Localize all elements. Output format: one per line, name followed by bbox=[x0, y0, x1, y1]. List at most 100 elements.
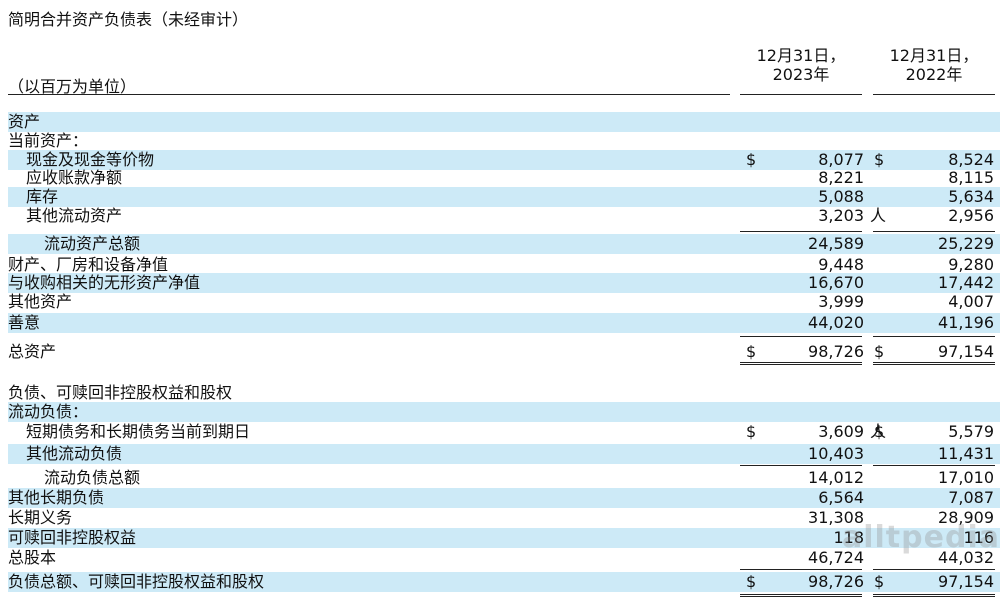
column-header-2022-line1: 12月31日， bbox=[889, 46, 979, 65]
row-label: 长期义务 bbox=[8, 508, 73, 527]
value-2022: 25,229 bbox=[938, 234, 994, 253]
table-row: 流动资产总额 24,589 25,229 bbox=[8, 234, 1000, 254]
row-label: 流动资产总额 bbox=[44, 234, 141, 253]
value-2022: 97,154 bbox=[938, 342, 994, 361]
dollar-sign-2022: $ bbox=[874, 572, 885, 591]
total-rule bbox=[873, 569, 995, 570]
value-2023: 10,403 bbox=[808, 444, 864, 463]
watermark: alltpedia bbox=[842, 520, 1000, 555]
value-2022: 97,154 bbox=[938, 572, 994, 591]
row-label: 与收购相关的无形资产净值 bbox=[8, 273, 201, 292]
total-rule bbox=[740, 364, 862, 365]
row-label: 财产、厂房和设备净值 bbox=[8, 255, 169, 274]
table-row: 现金及现金等价物 $8,077 $8,524 bbox=[8, 150, 1000, 170]
total-rule bbox=[873, 364, 995, 365]
total-rule bbox=[740, 594, 862, 595]
total-rule bbox=[873, 594, 995, 595]
row-label: 短期债务和长期债务当前到期日 bbox=[26, 422, 251, 441]
total-rule bbox=[740, 569, 862, 570]
row-label: 善意 bbox=[8, 313, 41, 332]
value-2023: 5,088 bbox=[818, 187, 864, 206]
row-label: 流动负债总额 bbox=[44, 468, 141, 487]
total-rule bbox=[873, 336, 995, 337]
total-rule bbox=[740, 596, 862, 597]
value-2023: 3,999 bbox=[818, 292, 864, 311]
table-row: 财产、厂房和设备净值 9,448 9,280 bbox=[8, 255, 1000, 275]
value-2023: 3,609 bbox=[818, 422, 864, 441]
total-rule bbox=[740, 465, 862, 466]
value-2022: 41,196 bbox=[938, 313, 994, 332]
table-row: 负债、可赎回非控股权益和股权 bbox=[8, 383, 1000, 403]
total-rule bbox=[740, 336, 862, 337]
value-2023: 8,077 bbox=[818, 150, 864, 169]
total-rule bbox=[873, 596, 995, 597]
value-2022: 17,442 bbox=[938, 273, 994, 292]
table-row: 流动负债总额 14,012 17,010 bbox=[8, 468, 1000, 488]
table-row: 总资产 $98,726 $97,154 bbox=[8, 342, 1000, 362]
table-row: 短期债务和长期债务当前到期日 $3,609 人 $5,579 bbox=[8, 422, 1000, 442]
value-2023: 98,726 bbox=[808, 342, 864, 361]
total-rule bbox=[873, 465, 995, 466]
table-row: 其他流动资产 3,203 人 2,956 bbox=[8, 206, 1000, 226]
total-rule bbox=[873, 362, 995, 363]
column-header-2023-line2: 2023年 bbox=[772, 65, 830, 84]
table-row: 善意 44,020 41,196 bbox=[8, 313, 1000, 333]
value-2022: 17,010 bbox=[938, 468, 994, 487]
value-2023: 14,012 bbox=[808, 468, 864, 487]
row-label: 当前资产： bbox=[8, 131, 89, 150]
total-rule bbox=[740, 231, 862, 232]
row-label: 其他流动资产 bbox=[26, 206, 123, 225]
value-2022: 8,524 bbox=[948, 150, 994, 169]
row-label: 可赎回非控股权益 bbox=[8, 528, 137, 547]
table-row: 当前资产： bbox=[8, 131, 1000, 151]
value-2023: 9,448 bbox=[818, 255, 864, 274]
value-2022: 8,115 bbox=[948, 168, 994, 187]
total-rule bbox=[873, 231, 995, 232]
column-header-2023-line1: 12月31日， bbox=[756, 46, 846, 65]
dollar-sign-2022: $ bbox=[874, 150, 885, 169]
header-rule bbox=[740, 94, 862, 95]
column-header-2022: 12月31日， 2022年 bbox=[873, 46, 995, 84]
row-label: 其他长期负债 bbox=[8, 488, 105, 507]
table-row: 资产 bbox=[8, 112, 1000, 132]
value-2022: 2,956 bbox=[948, 206, 994, 225]
value-2023: 6,564 bbox=[818, 488, 864, 507]
value-2023: 3,203 bbox=[818, 206, 864, 225]
row-label: 应收账款净额 bbox=[26, 168, 123, 187]
row-label: 现金及现金等价物 bbox=[26, 150, 155, 169]
value-2023: 24,589 bbox=[808, 234, 864, 253]
row-label: 总股本 bbox=[8, 548, 57, 567]
header-rule bbox=[873, 94, 995, 95]
value-2022: 5,634 bbox=[948, 187, 994, 206]
value-2023: 8,221 bbox=[818, 168, 864, 187]
row-label: 总资产 bbox=[8, 342, 57, 361]
value-2022: 5,579 bbox=[948, 422, 994, 441]
table-row: 库存 5,088 5,634 bbox=[8, 187, 1000, 207]
row-label: 其他资产 bbox=[8, 292, 73, 311]
value-2022: 4,007 bbox=[948, 292, 994, 311]
row-label: 其他流动负债 bbox=[26, 444, 123, 463]
table-row: 应收账款净额 8,221 8,115 bbox=[8, 168, 1000, 188]
row-label: 负债总额、可赎回非控股权益和股权 bbox=[8, 572, 265, 591]
row-label: 负债、可赎回非控股权益和股权 bbox=[8, 383, 233, 402]
table-row: 与收购相关的无形资产净值 16,670 17,442 bbox=[8, 273, 1000, 293]
value-2022: 7,087 bbox=[948, 488, 994, 507]
row-label: 流动负债： bbox=[8, 402, 89, 421]
table-row: 负债总额、可赎回非控股权益和股权 $98,726 $97,154 bbox=[8, 572, 1000, 592]
table-row: 其他资产 3,999 4,007 bbox=[8, 292, 1000, 312]
dollar-sign-2022: $ bbox=[874, 342, 885, 361]
total-rule bbox=[740, 362, 862, 363]
table-row: 其他流动负债 10,403 11,431 bbox=[8, 444, 1000, 464]
row-label: 资产 bbox=[8, 112, 41, 131]
dollar-sign-2022: $ bbox=[874, 422, 885, 441]
value-2023: 98,726 bbox=[808, 572, 864, 591]
value-2023: 44,020 bbox=[808, 313, 864, 332]
table-row: 其他长期负债 6,564 7,087 bbox=[8, 488, 1000, 508]
value-2023: 16,670 bbox=[808, 273, 864, 292]
column-header-2022-line2: 2022年 bbox=[905, 65, 963, 84]
table-row: 流动负债： bbox=[8, 402, 1000, 422]
row-label: 库存 bbox=[26, 187, 59, 206]
value-2022: 11,431 bbox=[938, 444, 994, 463]
statement-title: 简明合并资产负债表（未经审计） bbox=[8, 10, 249, 29]
column-header-2023: 12月31日， 2023年 bbox=[740, 46, 862, 84]
